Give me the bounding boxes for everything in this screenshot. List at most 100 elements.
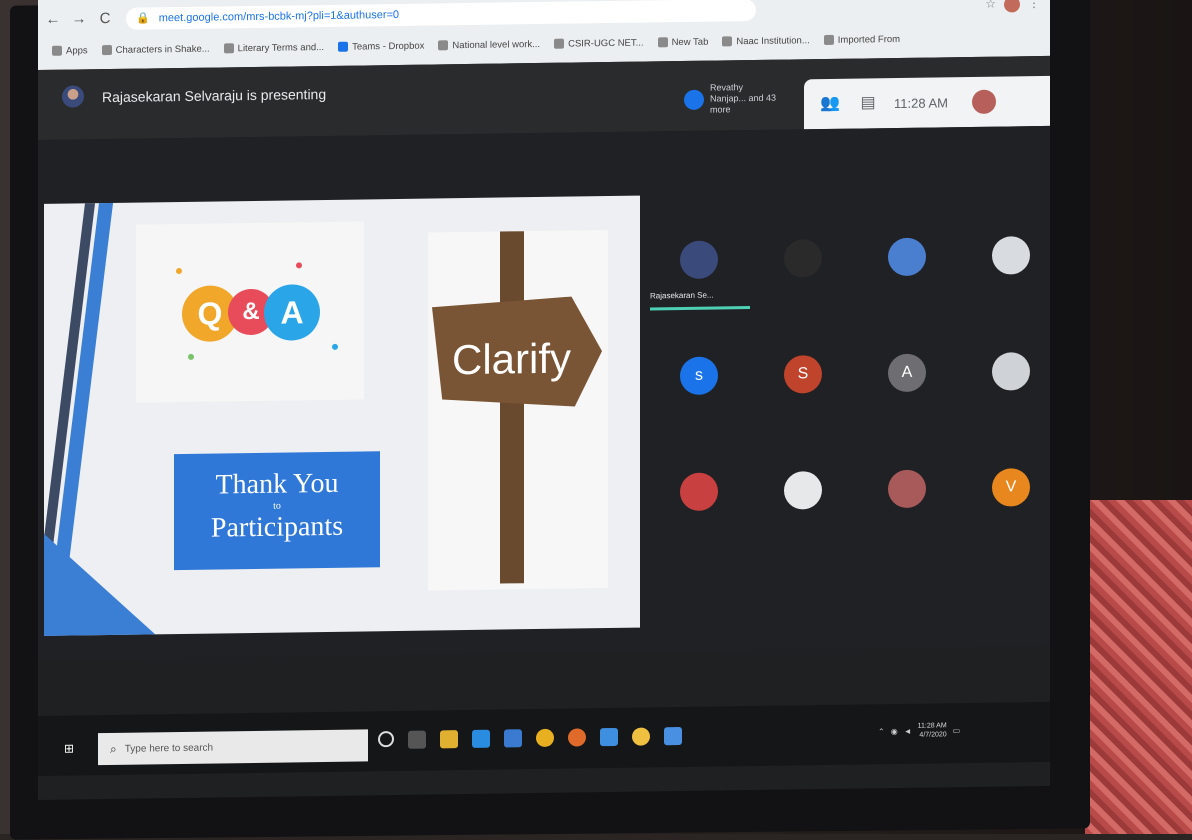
lock-icon: 🔒 bbox=[136, 12, 150, 25]
decor-dot bbox=[188, 353, 194, 360]
bookmark-item[interactable]: Literary Terms and... bbox=[223, 42, 324, 54]
participant-avatar: S bbox=[784, 355, 822, 394]
sign-post bbox=[500, 231, 524, 584]
url-text: meet.google.com/mrs-bcbk-mj?pli=1&authus… bbox=[158, 8, 400, 25]
laptop-screen: ← → C 🔒 meet.google.com/mrs-bcbk-mj?pli=… bbox=[38, 0, 1050, 800]
participant-avatar: s bbox=[680, 356, 718, 396]
notifications-icon[interactable]: ▭ bbox=[953, 726, 961, 735]
cortana-icon[interactable] bbox=[378, 731, 394, 748]
decor-dot bbox=[176, 267, 182, 275]
folder-icon bbox=[823, 34, 834, 46]
taskbar-apps bbox=[378, 727, 682, 749]
apps-icon bbox=[52, 45, 62, 56]
store-icon[interactable] bbox=[504, 729, 522, 748]
participant-grid: Rajasekaran Se... s S A V bbox=[650, 222, 1050, 558]
star-icon[interactable]: ☆ bbox=[985, 0, 996, 13]
volume-icon[interactable]: ◄ bbox=[904, 726, 912, 735]
meet-controls-panel: 👥 ▤ 11:28 AM bbox=[804, 75, 1050, 130]
file-explorer-icon[interactable] bbox=[440, 730, 458, 749]
presenting-label: Rajasekaran Selvaraju is presenting bbox=[102, 85, 327, 106]
taskbar-search[interactable]: ⌕ Type here to search bbox=[98, 729, 368, 766]
search-icon: ⌕ bbox=[110, 741, 117, 756]
participant-avatar bbox=[784, 471, 822, 510]
bookmark-item[interactable]: Naac Institution... bbox=[722, 35, 810, 47]
meeting-stage: Q & A Thank You to Participants Clarify … bbox=[38, 125, 1050, 660]
windows-start-icon[interactable]: ⊞ bbox=[64, 741, 78, 755]
participant-tile[interactable]: V bbox=[962, 454, 1050, 565]
participant-tile[interactable] bbox=[754, 457, 854, 568]
address-bar[interactable]: 🔒 meet.google.com/mrs-bcbk-mj?pli=1&auth… bbox=[126, 0, 756, 30]
bookmark-icon bbox=[554, 38, 565, 49]
thank-you-line: Thank You bbox=[215, 467, 339, 501]
participant-tile[interactable] bbox=[754, 225, 854, 336]
dropbox-icon bbox=[338, 41, 349, 52]
search-placeholder: Type here to search bbox=[124, 742, 214, 755]
app-icon[interactable] bbox=[600, 727, 618, 747]
bookmark-item[interactable]: Teams - Dropbox bbox=[338, 40, 424, 52]
windows-taskbar: ⊞ ⌕ Type here to search ⌃ ◉ ◄ 11:28 AM 4… bbox=[38, 701, 1050, 776]
people-chip-text: Revathy Nanjap... and 43 more bbox=[710, 82, 777, 115]
participant-avatar bbox=[992, 236, 1030, 275]
clarify-text: Clarify bbox=[452, 334, 572, 384]
network-icon[interactable]: ◉ bbox=[891, 726, 898, 735]
participants-chip[interactable]: Revathy Nanjap... and 43 more bbox=[684, 82, 780, 116]
participant-tile[interactable] bbox=[962, 338, 1050, 449]
decor-dot bbox=[296, 262, 302, 269]
tray-chevron-icon[interactable]: ⌃ bbox=[878, 727, 885, 736]
menu-icon[interactable]: ⋮ bbox=[1028, 0, 1040, 12]
participant-avatar bbox=[680, 472, 718, 512]
forward-button[interactable]: → bbox=[68, 8, 90, 30]
decor-dot bbox=[332, 343, 338, 350]
bookmark-item[interactable]: Characters in Shake... bbox=[101, 43, 210, 56]
taskbar-date: 4/7/2020 bbox=[919, 731, 947, 739]
browser-actions: ☆ ⋮ bbox=[985, 0, 1040, 13]
slide-decor-wedge bbox=[44, 532, 164, 636]
system-tray: ⌃ ◉ ◄ 11:28 AM 4/7/2020 ▭ bbox=[878, 721, 960, 740]
participant-tile[interactable] bbox=[962, 222, 1050, 333]
people-avatar-icon bbox=[684, 89, 704, 110]
you-avatar[interactable] bbox=[971, 89, 996, 114]
firefox-icon[interactable] bbox=[568, 728, 586, 747]
people-icon[interactable]: 👥 bbox=[818, 92, 842, 116]
participant-tile[interactable]: Rajasekaran Se... bbox=[650, 226, 750, 337]
app-icon[interactable] bbox=[632, 727, 650, 746]
bookmark-item[interactable]: National level work... bbox=[438, 38, 540, 51]
meeting-clock: 11:28 AM bbox=[894, 94, 948, 111]
participant-tile[interactable] bbox=[650, 458, 750, 569]
participant-avatar: A bbox=[888, 353, 926, 393]
participants-line: Participants bbox=[210, 510, 344, 544]
participant-tile[interactable]: S bbox=[754, 341, 854, 452]
participant-avatar bbox=[888, 237, 926, 277]
bookmark-icon bbox=[722, 36, 733, 47]
chat-icon[interactable]: ▤ bbox=[856, 91, 880, 115]
back-button[interactable]: ← bbox=[42, 9, 64, 31]
profile-avatar[interactable] bbox=[1004, 0, 1020, 13]
bookmark-item[interactable]: Apps bbox=[52, 45, 88, 56]
qa-a-circle: A bbox=[264, 284, 320, 341]
thank-you-box: Thank You to Participants bbox=[174, 451, 380, 571]
presentation-slide: Q & A Thank You to Participants Clarify bbox=[44, 195, 640, 636]
app-icon[interactable] bbox=[664, 727, 682, 746]
participant-tile[interactable]: A bbox=[858, 339, 958, 450]
edge-icon[interactable] bbox=[472, 729, 490, 748]
presenter-avatar bbox=[62, 85, 84, 108]
task-view-icon[interactable] bbox=[408, 730, 426, 749]
participant-avatar bbox=[784, 239, 822, 278]
bookmark-item[interactable]: Imported From bbox=[823, 33, 900, 46]
participant-tile[interactable] bbox=[858, 223, 958, 334]
participant-tile[interactable] bbox=[858, 455, 958, 566]
participant-name: Rajasekaran Se... bbox=[650, 290, 714, 301]
reload-button[interactable]: C bbox=[94, 8, 116, 30]
taskbar-clock[interactable]: 11:28 AM 4/7/2020 bbox=[918, 721, 947, 739]
participant-tile[interactable]: s bbox=[650, 342, 750, 453]
background-cloth bbox=[1085, 500, 1192, 834]
participant-avatar bbox=[888, 469, 926, 509]
bookmark-icon bbox=[657, 37, 668, 48]
chrome-icon[interactable] bbox=[536, 728, 554, 748]
participant-avatar: V bbox=[992, 468, 1030, 507]
bookmark-item[interactable]: New Tab bbox=[657, 36, 708, 48]
bookmark-icon bbox=[101, 44, 112, 56]
qa-graphic: Q & A bbox=[136, 221, 364, 403]
participant-avatar bbox=[992, 352, 1030, 391]
bookmark-item[interactable]: CSIR-UGC NET... bbox=[554, 37, 644, 49]
